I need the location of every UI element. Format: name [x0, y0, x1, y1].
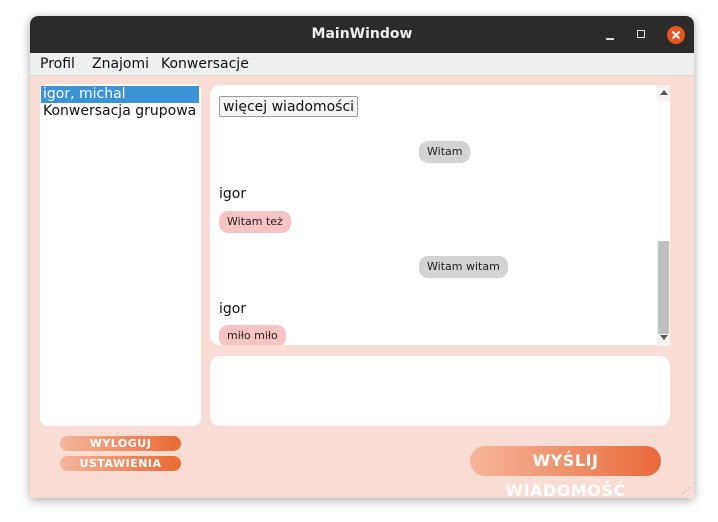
resize-grip-icon[interactable]: ⋰ [682, 486, 690, 495]
message-sender: igor [219, 301, 247, 317]
window-title: MainWindow [311, 26, 413, 42]
maximize-icon[interactable] [632, 25, 652, 45]
title-bar[interactable]: MainWindow [30, 16, 694, 53]
message-scrollbar[interactable] [657, 85, 670, 346]
scroll-down-icon[interactable] [660, 335, 668, 340]
conversation-item[interactable]: Konwersacja grupowa [41, 103, 196, 120]
message-bubble-received: Witam też [219, 211, 291, 233]
send-message-button[interactable]: WYŚLIJ WIADOMOŚĆ [470, 446, 661, 498]
conversation-list: igor, michal Konwersacja grupowa [40, 84, 201, 426]
conversation-item[interactable]: igor, michal [41, 86, 199, 103]
message-sender: igor [219, 186, 247, 202]
menu-konwersacje[interactable]: Konwersacje [161, 55, 249, 73]
menu-profil[interactable]: Profil [40, 55, 75, 73]
menu-bar: Profil Znajomi Konwersacje [30, 53, 694, 76]
message-bubble-sent: Witam witam [419, 256, 508, 278]
logout-button[interactable]: WYLOGUJ [60, 436, 181, 451]
menu-znajomi[interactable]: Znajomi [92, 55, 149, 73]
message-history: więcej wiadomości Witam igor Witam też W… [210, 85, 657, 345]
scroll-thumb[interactable] [658, 241, 669, 334]
message-bubble-received: miło miło [219, 325, 286, 345]
main-window: MainWindow Profil Znajomi Konwersacje ig… [30, 16, 694, 498]
minimize-icon[interactable] [600, 25, 620, 45]
scroll-track[interactable] [657, 101, 670, 241]
message-input[interactable] [210, 356, 670, 426]
settings-button[interactable]: USTAWIENIA [60, 456, 181, 471]
more-messages-button[interactable]: więcej wiadomości [219, 96, 359, 117]
message-bubble-sent: Witam [419, 141, 471, 163]
scroll-up-icon[interactable] [660, 90, 668, 95]
close-icon[interactable] [667, 26, 685, 44]
